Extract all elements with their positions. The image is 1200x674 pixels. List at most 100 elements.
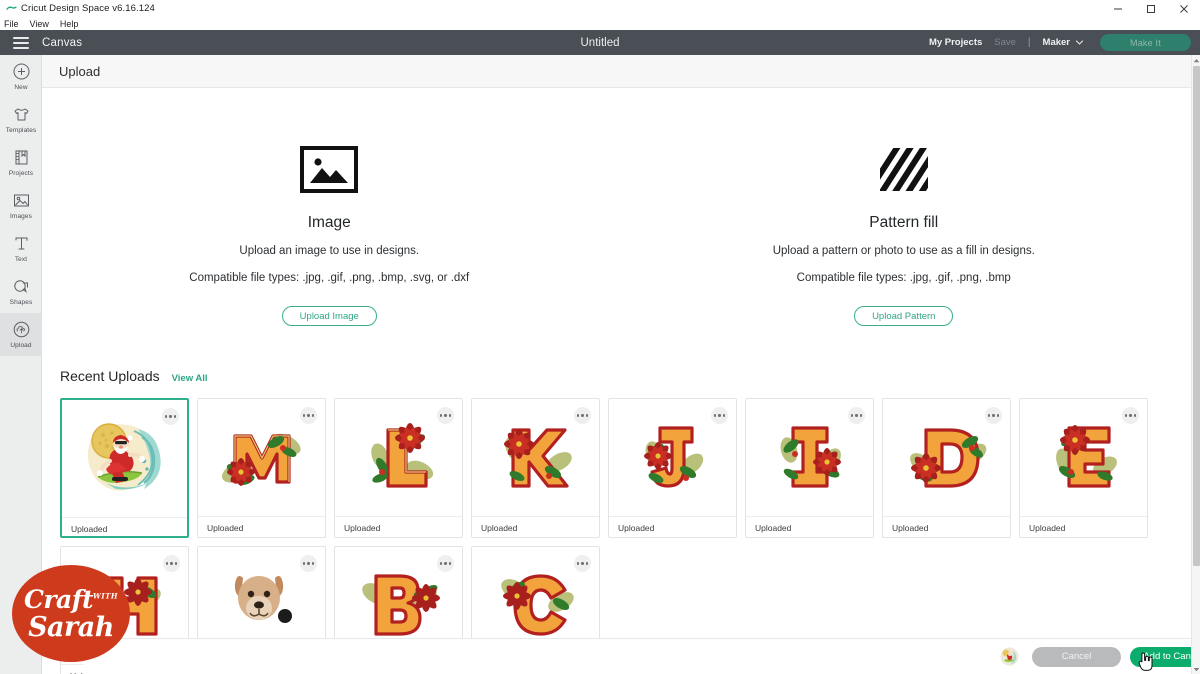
- more-options-icon[interactable]: [1122, 407, 1139, 424]
- thumbnail-caption: Uploaded: [746, 516, 873, 537]
- more-options-icon[interactable]: [163, 555, 180, 572]
- vertical-scrollbar[interactable]: [1191, 55, 1200, 674]
- menu-item-view[interactable]: View: [30, 19, 49, 29]
- sidebar-item-label: Shapes: [9, 299, 33, 306]
- upload-thumbnail-santa-surfing[interactable]: Uploaded: [60, 398, 189, 538]
- upload-thumbnail-letter-i[interactable]: Uploaded: [745, 398, 874, 538]
- sidebar-item-images[interactable]: Images: [0, 184, 42, 227]
- upload-card-description: Upload a pattern or photo to use as a fi…: [772, 245, 1035, 257]
- recent-uploads-title: Recent Uploads: [60, 368, 160, 384]
- sidebar-item-label: Projects: [8, 170, 34, 177]
- thumbnail-caption: Uploaded: [609, 516, 736, 537]
- upload-thumbnail-letter-l[interactable]: Uploaded: [334, 398, 463, 538]
- upload-cloud-icon: [12, 320, 31, 339]
- sidebar-item-new[interactable]: New: [0, 55, 42, 98]
- diagonal-stripes-icon: [878, 144, 930, 194]
- more-options-icon[interactable]: [711, 407, 728, 424]
- more-options-icon[interactable]: [574, 407, 591, 424]
- recent-uploads-grid: Uploaded Uploaded Uploaded Uploaded Uplo…: [60, 398, 1191, 674]
- hamburger-icon[interactable]: [13, 36, 29, 49]
- upload-pattern-button[interactable]: Upload Pattern: [854, 306, 954, 326]
- upload-card-heading: Pattern fill: [869, 214, 939, 231]
- cricut-logo-icon: [4, 5, 18, 13]
- more-options-icon[interactable]: [300, 555, 317, 572]
- application-menu-bar: File View Help: [0, 17, 1200, 30]
- thumbnail-caption: Uploaded: [883, 516, 1010, 537]
- shapes-icon: [12, 277, 31, 296]
- picture-frame-icon: [300, 144, 359, 194]
- menu-item-file[interactable]: File: [4, 19, 19, 29]
- my-projects-link[interactable]: My Projects: [929, 37, 982, 48]
- plus-circle-icon: [12, 62, 31, 81]
- image-icon: [12, 191, 31, 210]
- left-sidebar: New Templates Projects Images Text Shape…: [0, 55, 42, 674]
- more-options-icon[interactable]: [848, 407, 865, 424]
- maximize-icon[interactable]: [1134, 0, 1167, 17]
- recent-uploads-section: Recent Uploads View All Uploaded Uploade…: [42, 368, 1191, 674]
- upload-panel: Upload Image Upload an image to use in d…: [42, 55, 1191, 674]
- thumbnail-caption: Uploaded: [335, 516, 462, 537]
- sidebar-item-templates[interactable]: Templates: [0, 98, 42, 141]
- scrollbar-thumb[interactable]: [1193, 66, 1200, 566]
- selected-image-thumbnail: [1000, 647, 1019, 666]
- more-options-icon[interactable]: [985, 407, 1002, 424]
- sidebar-item-label: Upload: [10, 342, 32, 349]
- tshirt-icon: [12, 105, 31, 124]
- upload-card-description: Upload an image to use in designs.: [239, 245, 420, 257]
- cricut-design-space-window: Cricut Design Space v6.16.124 File View …: [0, 0, 1200, 674]
- window-title: Cricut Design Space v6.16.124: [21, 3, 155, 14]
- upload-image-button[interactable]: Upload Image: [281, 306, 377, 326]
- upload-card-filetypes: Compatible file types: .jpg, .gif, .png,…: [189, 272, 470, 284]
- make-it-button[interactable]: Make It: [1100, 34, 1191, 51]
- more-options-icon[interactable]: [437, 407, 454, 424]
- view-all-link[interactable]: View All: [172, 373, 208, 384]
- thumbnail-caption: Uploaded: [198, 516, 325, 537]
- action-bar: Cancel Add to Canvas: [84, 638, 1191, 674]
- upload-options: Image Upload an image to use in designs.…: [42, 88, 1191, 326]
- sidebar-item-upload[interactable]: Upload: [0, 313, 42, 356]
- cancel-button[interactable]: Cancel: [1032, 646, 1121, 667]
- save-button[interactable]: Save: [994, 37, 1016, 48]
- add-to-canvas-button[interactable]: Add to Canvas: [1130, 646, 1191, 667]
- app-header: Canvas Untitled My Projects Save | Maker…: [0, 30, 1200, 55]
- recent-uploads-header: Recent Uploads View All: [60, 368, 1191, 384]
- text-icon: [12, 234, 31, 253]
- more-options-icon[interactable]: [162, 408, 179, 425]
- more-options-icon[interactable]: [300, 407, 317, 424]
- upload-card-image: Image Upload an image to use in designs.…: [42, 144, 617, 326]
- more-options-icon[interactable]: [574, 555, 591, 572]
- book-icon: [12, 148, 31, 167]
- scroll-up-arrow-icon[interactable]: [1192, 55, 1200, 65]
- chevron-down-icon[interactable]: [1075, 38, 1084, 47]
- more-options-icon[interactable]: [437, 555, 454, 572]
- page-title: Upload: [59, 63, 101, 79]
- upload-thumbnail-letter-k[interactable]: Uploaded: [471, 398, 600, 538]
- menu-item-help[interactable]: Help: [60, 19, 79, 29]
- upload-thumbnail-letter-m[interactable]: Uploaded: [197, 398, 326, 538]
- sidebar-item-label: Templates: [5, 127, 37, 134]
- window-title-bar: Cricut Design Space v6.16.124: [0, 0, 1200, 17]
- upload-thumbnail-letter-d[interactable]: Uploaded: [882, 398, 1011, 538]
- sidebar-item-label: Images: [10, 213, 32, 220]
- sidebar-item-shapes[interactable]: Shapes: [0, 270, 42, 313]
- upload-card-pattern: Pattern fill Upload a pattern or photo t…: [617, 144, 1192, 326]
- upload-card-filetypes: Compatible file types: .jpg, .gif, .png,…: [796, 272, 1011, 284]
- canvas-label[interactable]: Canvas: [42, 37, 82, 49]
- scroll-down-arrow-icon[interactable]: [1192, 664, 1200, 674]
- upload-thumbnail-letter-e[interactable]: Uploaded: [1019, 398, 1148, 538]
- header-actions: My Projects Save | Maker Make It: [929, 34, 1200, 51]
- upload-card-heading: Image: [307, 214, 351, 231]
- upload-thumbnail-letter-j[interactable]: Uploaded: [608, 398, 737, 538]
- sidebar-item-projects[interactable]: Projects: [0, 141, 42, 184]
- machine-selector-label[interactable]: Maker: [1043, 37, 1070, 48]
- minimize-icon[interactable]: [1101, 0, 1134, 17]
- thumbnail-caption: Uploaded: [62, 517, 187, 536]
- sidebar-item-label: New: [14, 84, 28, 91]
- thumbnail-caption: Uploaded: [472, 516, 599, 537]
- window-controls: [1101, 0, 1200, 17]
- sidebar-item-label: Text: [14, 256, 28, 263]
- close-icon[interactable]: [1167, 0, 1200, 17]
- panel-header: Upload: [42, 55, 1191, 88]
- header-separator: |: [1027, 37, 1031, 48]
- sidebar-item-text[interactable]: Text: [0, 227, 42, 270]
